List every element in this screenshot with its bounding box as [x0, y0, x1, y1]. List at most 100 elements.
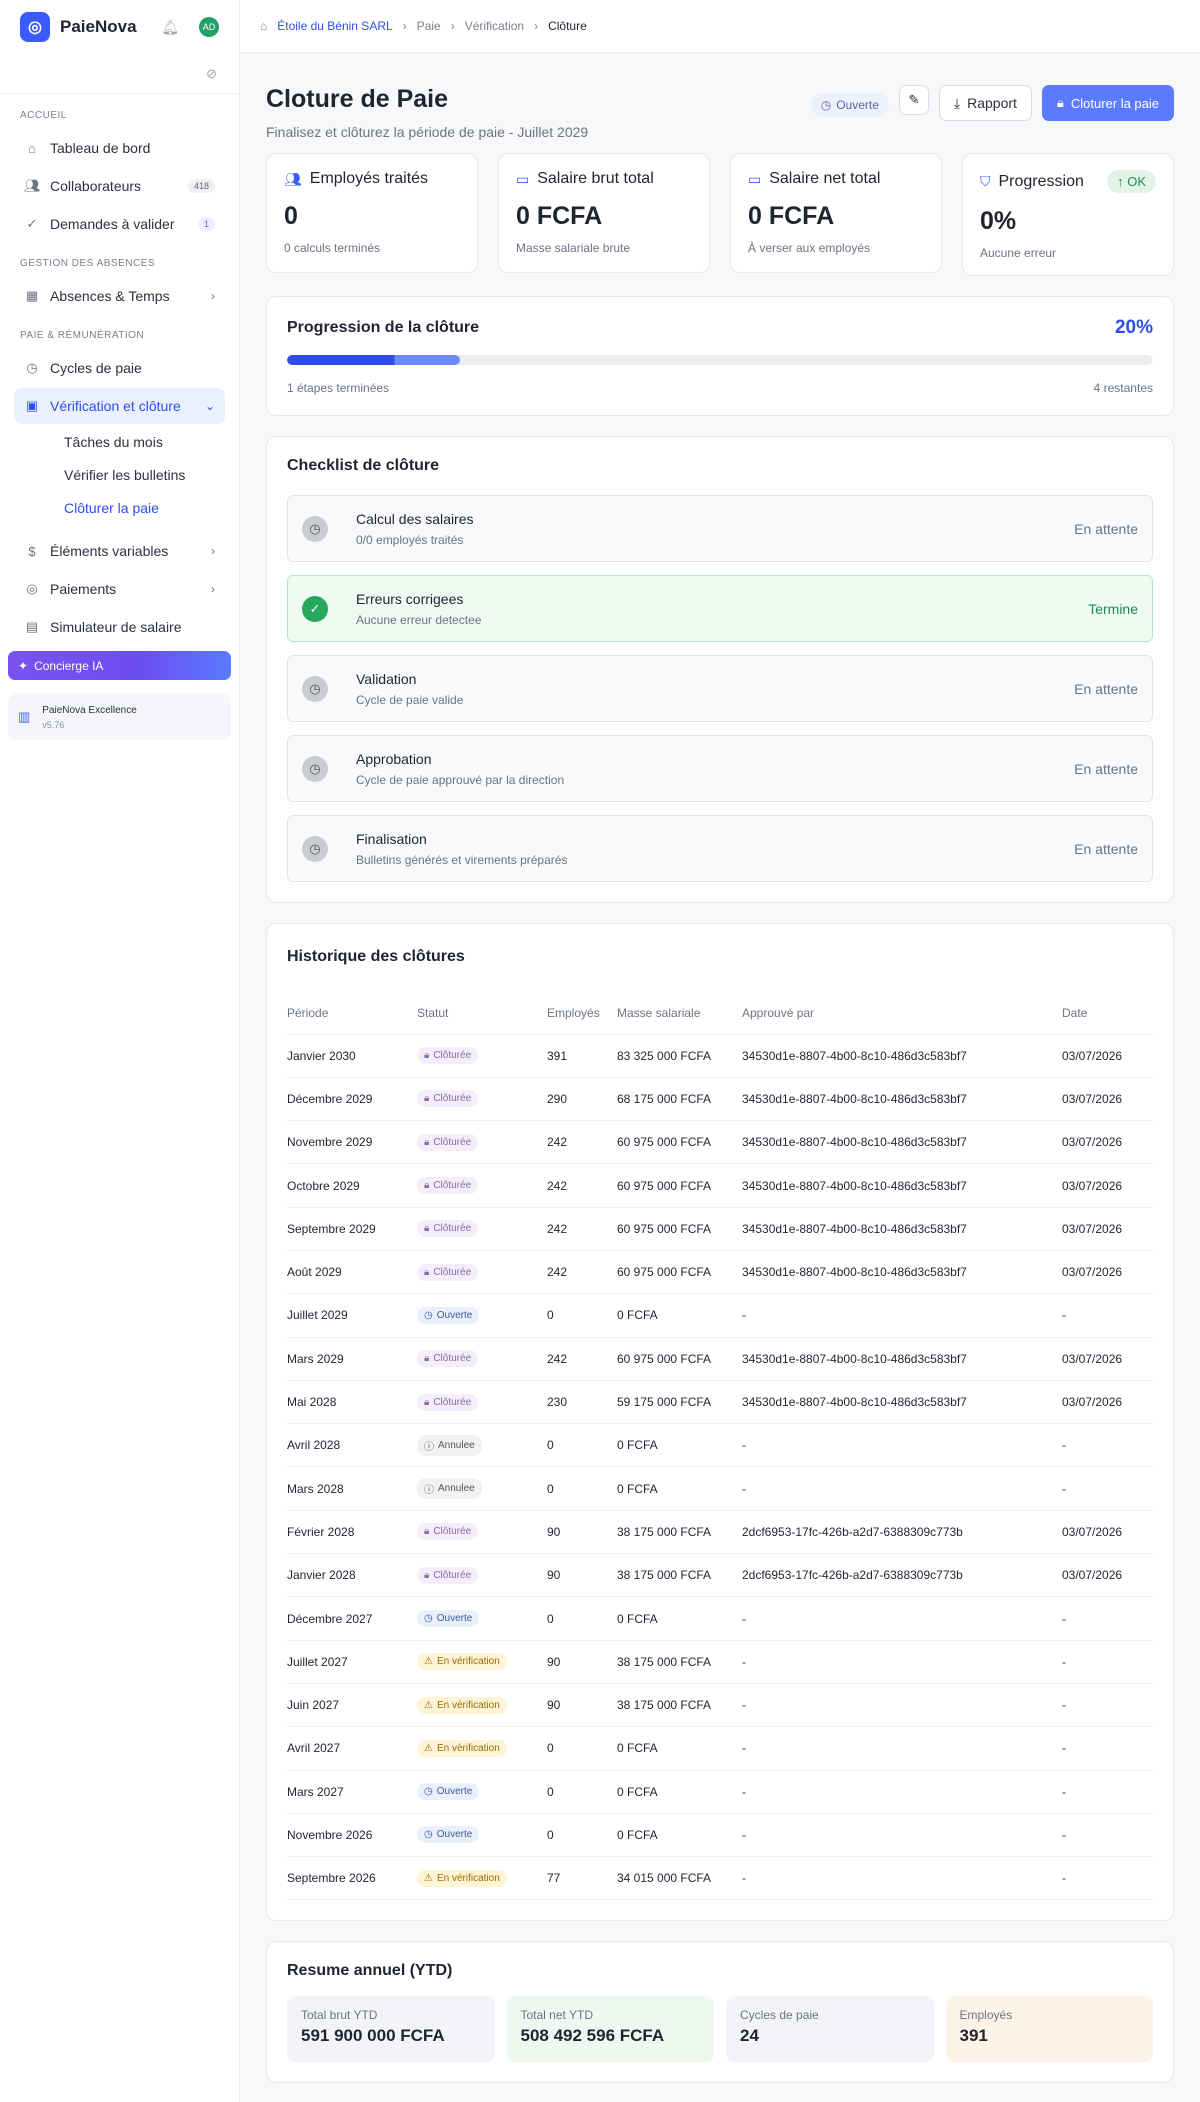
cell-employees: 0 [547, 1466, 617, 1511]
sidebar-item-dashboard[interactable]: ⌂ Tableau de bord [14, 130, 225, 166]
status-badge-label: Ouverte [436, 1309, 473, 1321]
cell-approved-by: 34530d1e-8807-4b00-8c10-486d3c583bf7 [742, 1380, 1062, 1425]
home-icon: ⌂ [28, 140, 36, 156]
sidebar-subitem-tasks[interactable]: Tâches du mois [0, 426, 239, 459]
status-badge-label: Ouverte [436, 1829, 473, 1841]
status-badge: 🔒︎ Clôturée [417, 1133, 479, 1151]
cell-date: 03/07/2026 [1062, 1120, 1153, 1165]
lock-icon: 🔒︎ [1056, 95, 1064, 110]
sidebar-item-verification[interactable]: ▣ Vérification et clôture ⌄ [14, 388, 225, 424]
checklist-item-status: En attente [1074, 520, 1138, 537]
lock-icon: 🔒︎ [424, 1180, 430, 1192]
progress-bar-fill [287, 355, 461, 365]
checklist-item-status: En attente [1074, 840, 1138, 857]
table-row: Avril 2027 ⚠ En vérification 0 0 FCFA - - [287, 1726, 1153, 1771]
edit-button[interactable]: ✎ [898, 85, 929, 115]
sidebar-item-collaborators[interactable]: 👥︎ Collaborateurs 418 [14, 168, 225, 204]
breadcrumb-item[interactable]: Paie [417, 19, 441, 33]
status-badge-label: Clôturée [433, 1180, 472, 1192]
users-icon: 👥︎ [24, 178, 41, 193]
cell-status: ◷ Ouverte [417, 1293, 547, 1338]
stat-card-gross: ▭ Salaire brut total 0 FCFA Masse salaria… [498, 153, 710, 273]
cell-status: 🔒︎ Clôturée [417, 1163, 547, 1208]
cell-mass: 0 FCFA [617, 1813, 742, 1858]
checklist-item-title: Erreurs corrigees [356, 590, 464, 607]
sidebar-item-variable[interactable]: $ Éléments variables › [14, 533, 225, 569]
stat-card-net: ▭ Salaire net total 0 FCFA À verser aux e… [730, 153, 942, 273]
status-badge-label: Ouverte [836, 98, 879, 112]
table-row: Février 2028 🔒︎ Clôturée 90 38 175 000 FCFA 2… [287, 1510, 1153, 1555]
table-row: Décembre 2027 ◷ Ouverte 0 0 FCFA - - [287, 1596, 1153, 1641]
cell-approved-by: - [742, 1770, 1062, 1814]
ytd-title: Resume annuel (YTD) [287, 1962, 453, 1980]
lock-icon: 🔒︎ [424, 1136, 430, 1148]
cell-mass: 0 FCFA [617, 1293, 742, 1338]
cell-period: Mars 2028 [287, 1466, 417, 1511]
clock-icon: ◷ [424, 1613, 433, 1624]
cell-status: 🔒︎ Clôturée [417, 1250, 547, 1295]
sidebar-item-label: Demandes à valider [50, 216, 175, 232]
cell-mass: 0 FCFA [617, 1423, 742, 1468]
lock-icon: 🔒︎ [424, 1050, 430, 1062]
breadcrumb-company[interactable]: Étoile du Bénin SARL [277, 19, 392, 33]
bell-icon[interactable]: 🔔︎ [161, 19, 179, 36]
report-button[interactable]: ⤓ Rapport [938, 85, 1032, 121]
table-row: Octobre 2029 🔒︎ Clôturée 242 60 975 000 FCFA… [287, 1163, 1153, 1208]
cell-period: Mars 2027 [287, 1770, 417, 1814]
sidebar-item-payments[interactable]: ◎ Paiements › [14, 571, 225, 607]
cell-employees: 90 [547, 1683, 617, 1728]
sidebar-subitem-close[interactable]: Clôturer la paie [0, 492, 239, 525]
avatar[interactable]: AD [199, 17, 219, 37]
table-row: Mai 2028 🔒︎ Clôturée 230 59 175 000 FCFA 3453… [287, 1380, 1153, 1425]
checklist-item-title: Approbation [356, 750, 432, 767]
sidebar: ◎ PaieNova 🔔︎ AD ⊘ ACCUEIL ⌂ Tableau de … [0, 0, 240, 2102]
checklist-item-status: En attente [1074, 760, 1138, 777]
status-badge: 🔒︎ Clôturée [417, 1263, 479, 1281]
status-badge: 🔒︎ Clôturée [417, 1220, 479, 1238]
cell-mass: 38 175 000 FCFA [617, 1640, 742, 1684]
cell-status: ⚠ En vérification [417, 1726, 547, 1771]
cell-period: Novembre 2026 [287, 1813, 417, 1858]
sidebar-item-simulator[interactable]: ▤ Simulateur de salaire [14, 609, 225, 645]
breadcrumb-item[interactable]: Vérification [465, 19, 524, 33]
cell-approved-by: - [742, 1293, 1062, 1338]
home-icon[interactable]: ⌂ [260, 19, 267, 33]
sidebar-item-absences[interactable]: ▦ Absences & Temps › [14, 278, 225, 314]
cell-mass: 0 FCFA [617, 1466, 742, 1511]
shield-icon: ⛉ [980, 173, 991, 189]
ytd-box-value: 391 [959, 2026, 988, 2046]
close-payroll-button[interactable]: 🔒︎ Cloturer la paie [1041, 85, 1174, 121]
col-header: Masse salariale [617, 992, 742, 1035]
cell-employees: 290 [547, 1077, 617, 1122]
cell-mass: 59 175 000 FCFA [617, 1380, 742, 1425]
status-badge: 🔒︎ Clôturée [417, 1090, 479, 1108]
cell-employees: 0 [547, 1596, 617, 1641]
table-row: Août 2029 🔒︎ Clôturée 242 60 975 000 FCFA 345… [287, 1250, 1153, 1295]
concierge-ai-button[interactable]: ✦ Concierge IA [8, 651, 231, 680]
lock-icon: 🔒︎ [424, 1526, 430, 1538]
cell-status: ◷ Ouverte [417, 1770, 547, 1814]
sidebar-item-requests[interactable]: ✓ Demandes à valider 1 [14, 206, 225, 242]
table-row: Novembre 2029 🔒︎ Clôturée 242 60 975 000 FCF… [287, 1120, 1153, 1165]
checklist-item-title: Finalisation [356, 830, 427, 847]
cell-period: Mars 2029 [287, 1337, 417, 1381]
checklist-item-title: Validation [356, 670, 417, 687]
cell-status: 🔒︎ Clôturée [417, 1380, 547, 1425]
status-badge: 🔒︎ Clôturée [417, 1393, 479, 1411]
cell-employees: 0 [547, 1293, 617, 1338]
sidebar-subitem-verify[interactable]: Vérifier les bulletins [0, 459, 239, 492]
checklist-item-desc: Cycle de paie valide [356, 692, 464, 707]
edition-title: PaieNova Excellence [42, 704, 137, 716]
pin-off-icon[interactable]: ⊘ [206, 66, 217, 82]
ytd-card: Resume annuel (YTD) Total brut YTD 591 90… [266, 1941, 1174, 2084]
stat-value: 0 FCFA [748, 202, 835, 230]
stat-label: Salaire net total [769, 170, 881, 187]
app-logo[interactable]: ◎ [20, 12, 50, 42]
ytd-box: Total brut YTD 591 900 000 FCFA [287, 1996, 495, 2063]
cell-approved-by: - [742, 1726, 1062, 1771]
cell-employees: 242 [547, 1163, 617, 1208]
calendar-clock-icon: ◷ [26, 360, 38, 375]
cell-mass: 60 975 000 FCFA [617, 1207, 742, 1251]
sidebar-item-pay-cycles[interactable]: ◷ Cycles de paie [14, 350, 225, 386]
cell-employees: 0 [547, 1423, 617, 1468]
